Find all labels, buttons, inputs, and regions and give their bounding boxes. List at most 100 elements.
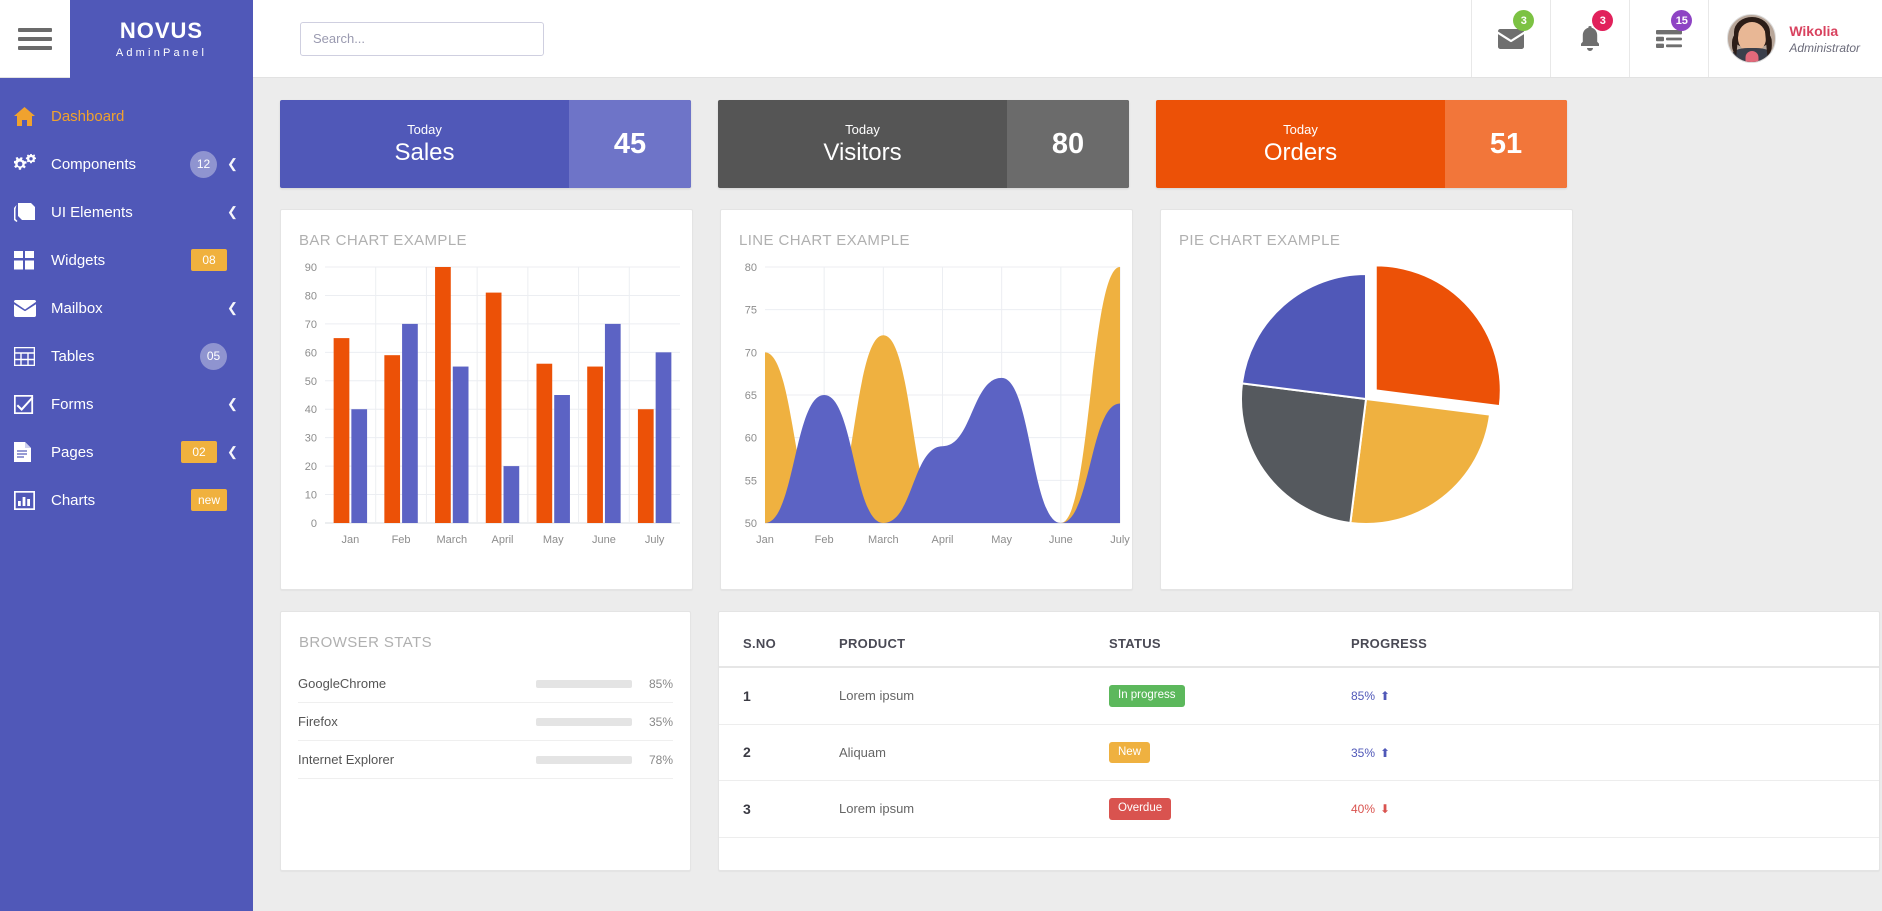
browser-percent: 35% — [648, 714, 673, 729]
sidebar-label-components: Components — [51, 155, 137, 173]
table-row[interactable]: 2 Aliquam New 35% ⬆ — [719, 724, 1879, 782]
header-actions: 3 3 15 Wikolia Administrator — [1471, 0, 1882, 77]
progress-track — [536, 755, 632, 764]
sidebar-item-mailbox[interactable]: Mailbox ❮ — [0, 284, 253, 332]
sidebar-item-dashboard[interactable]: Dashboard — [0, 92, 253, 140]
browser-stats-title: BROWSER STATS — [299, 634, 432, 651]
cell-product: Lorem ipsum — [839, 780, 1109, 838]
sidebar-item-widgets[interactable]: Widgets 08 — [0, 236, 253, 284]
messages-badge: 3 — [1513, 10, 1535, 31]
trend-arrow-icon: ⬇ — [1380, 802, 1391, 817]
home-icon — [14, 106, 44, 126]
search-input[interactable] — [300, 21, 544, 56]
svg-text:40: 40 — [305, 404, 317, 416]
product-table-panel: S.NO PRODUCT STATUS PROGRESS 1 Lorem ipsu… — [718, 611, 1880, 871]
sidebar-item-pages[interactable]: Pages 02 ❮ — [0, 428, 253, 476]
svg-text:April: April — [491, 534, 513, 546]
column-header-progress[interactable]: PROGRESS — [1351, 612, 1879, 668]
stat-card-orders-period: Today — [1283, 121, 1318, 137]
checkbox-icon — [14, 394, 44, 414]
cell-sno: 1 — [719, 667, 839, 725]
cell-sno: 2 — [719, 724, 839, 782]
table-row[interactable]: 1 Lorem ipsum In progress 85% ⬆ — [719, 667, 1879, 725]
svg-text:50: 50 — [305, 376, 317, 388]
svg-text:70: 70 — [305, 319, 317, 331]
notifications-button[interactable]: 3 — [1550, 0, 1629, 77]
progress-value: 35% — [1351, 745, 1376, 760]
cell-product: Lorem ipsum — [839, 667, 1109, 725]
sidebar-label-pages: Pages — [51, 443, 94, 461]
cell-status: New — [1109, 724, 1351, 782]
browser-stat-row: Firefox 35% — [298, 703, 673, 741]
svg-text:March: March — [868, 534, 899, 546]
mail-icon — [1498, 28, 1525, 49]
column-header-status[interactable]: STATUS — [1109, 612, 1351, 668]
product-table-header-row: S.NO PRODUCT STATUS PROGRESS — [719, 612, 1879, 668]
svg-text:70: 70 — [745, 347, 757, 359]
pie-chart-svg — [1240, 264, 1502, 525]
pie-chart-title: PIE CHART EXAMPLE — [1179, 232, 1341, 249]
stat-card-orders[interactable]: Today Orders 51 — [1156, 100, 1567, 188]
cell-progress: 40% ⬇ — [1351, 780, 1879, 838]
chevron-left-icon: ❮ — [227, 444, 238, 459]
cell-status: In progress — [1109, 667, 1351, 725]
menu-toggle-button[interactable] — [0, 0, 70, 77]
browser-name: Internet Explorer — [298, 752, 395, 767]
svg-text:March: March — [437, 534, 468, 546]
browser-stats-panel: BROWSER STATS GoogleChrome 85% Firefox 35% I… — [280, 611, 691, 871]
stat-card-visitors-left: Today Visitors — [718, 100, 1007, 188]
progress-track — [536, 679, 632, 688]
gears-icon — [14, 153, 44, 175]
sidebar-label-widgets: Widgets — [51, 251, 106, 269]
svg-text:July: July — [1110, 534, 1130, 546]
line-chart-area: 50 55 60 65 70 75 80 Jan Feb March April May June Jul… — [721, 249, 1132, 559]
progress-value: 40% — [1351, 802, 1376, 817]
sidebar-item-tables[interactable]: Tables 05 — [0, 332, 253, 380]
stat-card-visitors-value: 80 — [1007, 100, 1129, 188]
sidebar-item-ui-elements[interactable]: UI Elements ❮ — [0, 188, 253, 236]
sidebar-item-forms[interactable]: Forms ❮ — [0, 380, 253, 428]
stat-card-visitors-period: Today — [845, 121, 880, 137]
column-header-product[interactable]: PRODUCT — [839, 612, 1109, 668]
status-badge: New — [1109, 741, 1151, 764]
browser-name: GoogleChrome — [298, 676, 387, 691]
progress-track — [536, 717, 632, 726]
user-menu[interactable]: Wikolia Administrator — [1708, 0, 1882, 77]
stat-card-sales[interactable]: Today Sales 45 — [280, 100, 691, 188]
bar-chart-title: BAR CHART EXAMPLE — [299, 232, 467, 249]
stat-card-visitors[interactable]: Today Visitors 80 — [718, 100, 1129, 188]
svg-text:Jan: Jan — [341, 534, 359, 546]
svg-text:June: June — [592, 534, 616, 546]
stat-card-visitors-title: Visitors — [823, 138, 902, 166]
table-row[interactable]: 3 Lorem ipsum Overdue 40% ⬇ — [719, 780, 1879, 838]
column-header-sno[interactable]: S.NO — [719, 612, 839, 668]
file-icon — [14, 442, 44, 462]
svg-text:Feb: Feb — [392, 534, 411, 546]
browser-stat-row: GoogleChrome 85% — [298, 665, 673, 703]
line-chart-title: LINE CHART EXAMPLE — [739, 232, 910, 249]
sidebar-item-charts[interactable]: Charts new — [0, 476, 253, 524]
svg-text:55: 55 — [745, 475, 757, 487]
sidebar-label-dashboard: Dashboard — [51, 107, 125, 125]
chevron-left-icon: ❮ — [227, 156, 238, 171]
svg-text:20: 20 — [305, 461, 317, 473]
svg-text:July: July — [645, 534, 665, 546]
svg-text:80: 80 — [745, 262, 757, 274]
messages-button[interactable]: 3 — [1471, 0, 1550, 77]
sidebar-item-components[interactable]: Components 12 ❮ — [0, 140, 253, 188]
brand-logo[interactable]: NOVUS AdminPanel — [70, 0, 253, 78]
stat-card-sales-period: Today — [407, 121, 442, 137]
svg-text:60: 60 — [745, 433, 757, 445]
brand-subtitle: AdminPanel — [115, 46, 208, 59]
stat-card-orders-value: 51 — [1445, 100, 1567, 188]
svg-text:80: 80 — [305, 290, 317, 302]
stat-card-sales-left: Today Sales — [280, 100, 569, 188]
bar-chart-panel: BAR CHART EXAMPLE 0 10 20 30 40 50 60 70 80 90 Jan… — [280, 209, 693, 590]
avatar — [1727, 14, 1777, 63]
tasks-button[interactable]: 15 — [1629, 0, 1708, 77]
browser-stat-row: Internet Explorer 78% — [298, 741, 673, 779]
browser-name: Firefox — [298, 714, 338, 729]
status-badge: In progress — [1109, 685, 1185, 707]
trend-arrow-icon: ⬆ — [1380, 689, 1391, 704]
status-badge: Overdue — [1109, 798, 1172, 820]
